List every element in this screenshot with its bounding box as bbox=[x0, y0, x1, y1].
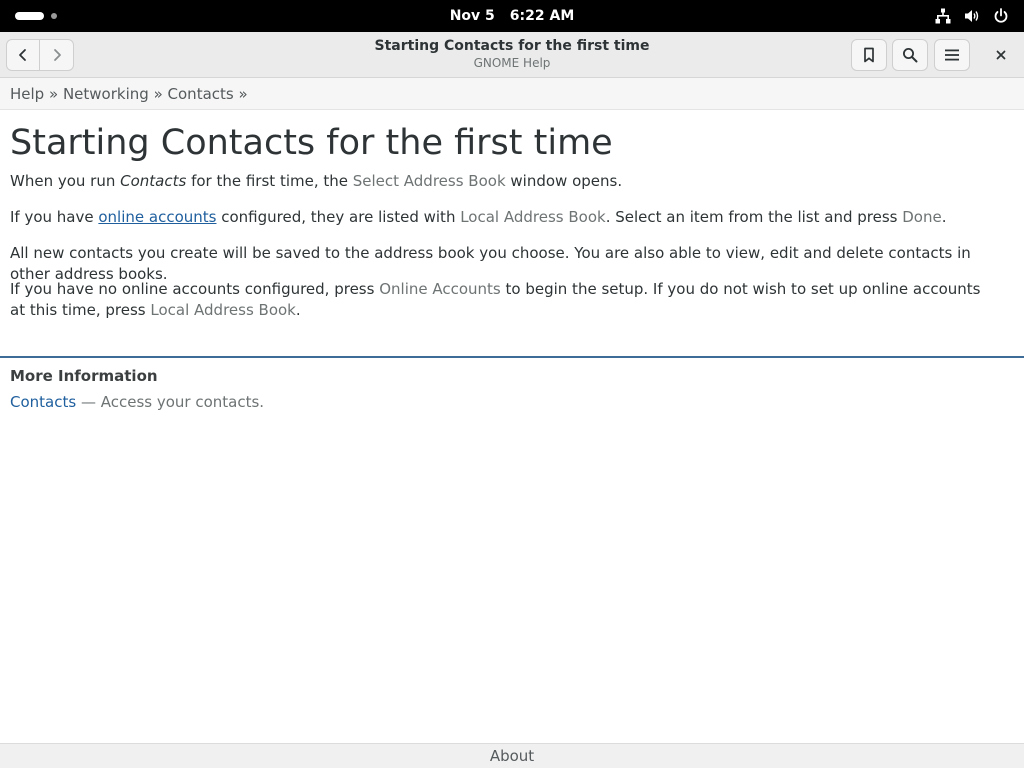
power-icon[interactable] bbox=[992, 7, 1010, 25]
search-button[interactable] bbox=[892, 39, 928, 71]
text: If you have no online accounts configure… bbox=[10, 280, 380, 298]
paragraph-intro: When you run Contacts for the first time… bbox=[10, 171, 1010, 192]
close-window-button[interactable] bbox=[986, 39, 1016, 71]
gui-label-select-address-book: Select Address Book bbox=[352, 172, 506, 190]
more-information-item: Contacts — Access your contacts. bbox=[10, 392, 264, 412]
workspace-indicator-active bbox=[15, 12, 44, 20]
paragraph-online-accounts: If you have online accounts configured, … bbox=[10, 207, 1010, 228]
clock-date[interactable]: Nov 5 bbox=[450, 8, 495, 24]
gui-label-done: Done bbox=[902, 208, 942, 226]
about-link[interactable]: About bbox=[490, 747, 534, 765]
system-top-bar: Nov 5 6:22 AM bbox=[0, 0, 1024, 32]
header-bar: Starting Contacts for the first time GNO… bbox=[0, 32, 1024, 78]
text: When you run bbox=[10, 172, 121, 190]
breadcrumb-separator: » bbox=[238, 85, 248, 103]
hamburger-menu-icon bbox=[945, 49, 959, 61]
text: . bbox=[295, 301, 301, 319]
clock[interactable]: Nov 5 6:22 AM bbox=[0, 0, 1024, 32]
breadcrumb-separator: » bbox=[48, 85, 59, 103]
workspace-indicator-inactive bbox=[51, 13, 57, 19]
contacts-link[interactable]: Contacts bbox=[10, 393, 76, 411]
activities-button[interactable] bbox=[15, 11, 57, 21]
chevron-left-icon bbox=[19, 49, 26, 61]
history-nav bbox=[6, 39, 74, 71]
gui-label-online-accounts: Online Accounts bbox=[379, 280, 501, 298]
gui-label-local-address-book: Local Address Book bbox=[150, 301, 296, 319]
main-menu-button[interactable] bbox=[934, 39, 970, 71]
more-information-heading: More Information bbox=[10, 367, 158, 385]
footer: About bbox=[0, 743, 1024, 768]
system-tray[interactable] bbox=[934, 7, 1010, 25]
text: If you have bbox=[10, 208, 99, 226]
forward-button[interactable] bbox=[40, 39, 74, 71]
text: for the first time, the bbox=[186, 172, 353, 190]
network-icon[interactable] bbox=[934, 7, 952, 25]
breadcrumb-link-contacts[interactable]: Contacts bbox=[168, 85, 234, 103]
search-icon bbox=[903, 48, 918, 63]
text: . bbox=[941, 208, 947, 226]
breadcrumb-link-help[interactable]: Help bbox=[10, 85, 44, 103]
gui-label-local-address-book: Local Address Book bbox=[460, 208, 606, 226]
close-icon bbox=[996, 50, 1006, 60]
bookmark-icon bbox=[864, 47, 874, 63]
clock-time[interactable]: 6:22 AM bbox=[510, 8, 574, 24]
page-title: Starting Contacts for the first time bbox=[10, 123, 613, 163]
breadcrumb: Help » Networking » Contacts » bbox=[0, 78, 1024, 110]
online-accounts-link[interactable]: online accounts bbox=[98, 208, 216, 226]
breadcrumb-link-networking[interactable]: Networking bbox=[63, 85, 149, 103]
section-divider bbox=[0, 356, 1024, 358]
back-button[interactable] bbox=[6, 39, 40, 71]
text: . Select an item from the list and press bbox=[605, 208, 903, 226]
app-name: Contacts bbox=[120, 172, 187, 190]
contacts-link-description: — Access your contacts. bbox=[76, 393, 265, 411]
volume-icon[interactable] bbox=[963, 7, 981, 25]
bookmark-button[interactable] bbox=[851, 39, 887, 71]
text: window opens. bbox=[505, 172, 623, 190]
breadcrumb-separator: » bbox=[153, 85, 163, 103]
chevron-right-icon bbox=[53, 49, 61, 61]
text: configured, they are listed with bbox=[216, 208, 461, 226]
paragraph-no-accounts: If you have no online accounts configure… bbox=[10, 279, 1000, 321]
